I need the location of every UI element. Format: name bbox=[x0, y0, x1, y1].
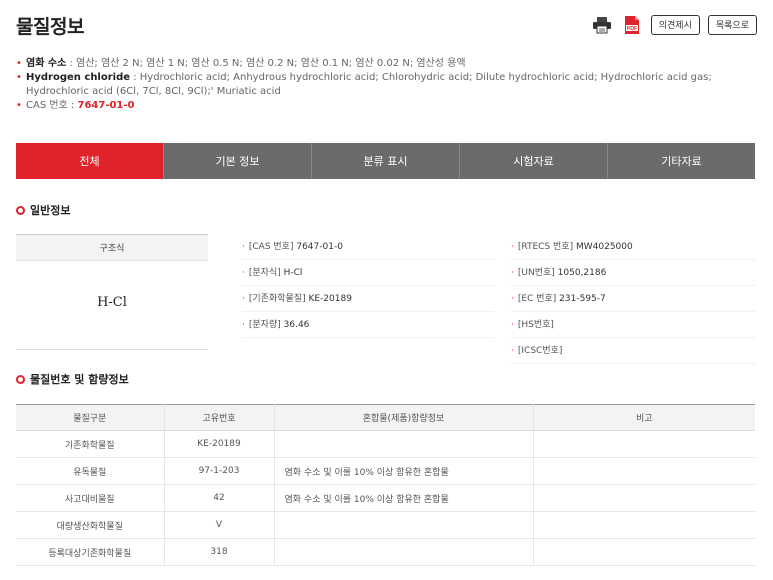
feedback-button[interactable]: 의견제시 bbox=[650, 15, 700, 35]
english-name-row: • Hydrogen chloride : Hydrochloric acid;… bbox=[16, 71, 759, 99]
cell-mixture-content bbox=[274, 538, 534, 566]
table-row: 등록대상기존화학물질 318 bbox=[16, 538, 755, 566]
english-name: Hydrogen chloride bbox=[26, 72, 131, 83]
table-row: 대량생산화학물질 V bbox=[16, 511, 755, 539]
tab-all[interactable]: 전체 bbox=[16, 143, 164, 179]
pdf-icon[interactable]: PDF bbox=[621, 14, 643, 36]
info-item-hs-number: · [HS번호] bbox=[511, 312, 755, 338]
substance-table: 물질구분 고유번호 혼합물(제품)함량정보 비고 기존화학물질 KE-20189… bbox=[16, 404, 755, 566]
cell-remarks bbox=[533, 538, 755, 566]
info-item-cas: · [CAS 번호] 7647-01-0 bbox=[242, 234, 494, 260]
info-item-ec-number: · [EC 번호] 231-595-7 bbox=[511, 286, 755, 312]
section-tabs: 전체 기본 정보 분류 표시 시험자료 기타자료 bbox=[16, 143, 755, 179]
header-category: 물질구분 bbox=[16, 404, 165, 431]
info-item-un-number: · [UN번호] 1050,2186 bbox=[511, 260, 755, 286]
info-item-icsc-number: · [ICSC번호] bbox=[511, 338, 755, 364]
cell-unique-number: 97-1-203 bbox=[164, 457, 275, 485]
cell-remarks bbox=[533, 430, 755, 458]
header-actions: PDF 의견제시 목록으로 bbox=[591, 14, 757, 36]
structure-box: 구조식 H-Cl bbox=[16, 234, 208, 350]
cell-mixture-content: 염화 수소 및 이를 10% 이상 함유한 혼합물 bbox=[274, 457, 534, 485]
table-header-row: 물질구분 고유번호 혼합물(제품)함량정보 비고 bbox=[16, 404, 755, 431]
pdf-icon-label: PDF bbox=[627, 26, 637, 32]
cell-unique-number: V bbox=[164, 511, 275, 539]
section-bullet-icon bbox=[16, 374, 25, 384]
general-info-column-1: · [CAS 번호] 7647-01-0 · [분자식] H-Cl · [기존화학물질… bbox=[242, 234, 494, 338]
table-row: 사고대비물질 42 염화 수소 및 이를 10% 이상 함유한 혼합물 bbox=[16, 484, 755, 512]
cas-label: CAS 번호 : bbox=[26, 100, 78, 111]
cell-unique-number: KE-20189 bbox=[164, 430, 275, 458]
section-bullet-icon bbox=[16, 205, 25, 215]
cell-remarks bbox=[533, 457, 755, 485]
general-info-heading: 일반정보 bbox=[16, 202, 70, 218]
cell-mixture-content bbox=[274, 430, 534, 458]
bullet-icon: • bbox=[16, 100, 22, 111]
cell-mixture-content bbox=[274, 511, 534, 539]
substance-names: • 염화 수소 : 염산; 염산 2 N; 염산 1 N; 염산 0.5 N; … bbox=[16, 57, 759, 113]
cell-remarks bbox=[533, 484, 755, 512]
structure-formula: H-Cl bbox=[97, 295, 127, 310]
cell-unique-number: 318 bbox=[164, 538, 275, 566]
cell-category: 유독물질 bbox=[16, 457, 165, 485]
info-item-rtecs: · [RTECS 번호] MW4025000 bbox=[511, 234, 755, 260]
general-info-panel: 구조식 H-Cl · [CAS 번호] 7647-01-0 · [분자식] H-Cl… bbox=[16, 234, 755, 364]
tab-classification[interactable]: 분류 표시 bbox=[312, 143, 460, 179]
table-row: 유독물질 97-1-203 염화 수소 및 이를 10% 이상 함유한 혼합물 bbox=[16, 457, 755, 485]
korean-synonyms: : 염산; 염산 2 N; 염산 1 N; 염산 0.5 N; 염산 0.2 N… bbox=[66, 58, 466, 69]
bullet-icon: • bbox=[16, 72, 22, 83]
cell-mixture-content: 염화 수소 및 이를 10% 이상 함유한 혼합물 bbox=[274, 484, 534, 512]
general-info-column-2: · [RTECS 번호] MW4025000 · [UN번호] 1050,2186 … bbox=[511, 234, 755, 364]
cell-remarks bbox=[533, 511, 755, 539]
substance-info-heading: 물질번호 및 함량정보 bbox=[16, 371, 129, 387]
cell-unique-number: 42 bbox=[164, 484, 275, 512]
header-mixture-content: 혼합물(제품)함량정보 bbox=[274, 404, 534, 431]
korean-name-row: • 염화 수소 : 염산; 염산 2 N; 염산 1 N; 염산 0.5 N; … bbox=[16, 57, 759, 71]
cell-category: 등록대상기존화학물질 bbox=[16, 538, 165, 566]
cas-value: 7647-01-0 bbox=[77, 100, 135, 111]
info-item-existing-chemical: · [기존화학물질] KE-20189 bbox=[242, 286, 494, 312]
korean-name: 염화 수소 bbox=[26, 58, 67, 69]
bullet-icon: • bbox=[16, 58, 22, 69]
table-row: 기존화학물질 KE-20189 bbox=[16, 430, 755, 458]
structure-header: 구조식 bbox=[16, 235, 208, 261]
info-item-molecular-weight: · [분자량] 36.46 bbox=[242, 312, 494, 338]
cell-category: 사고대비물질 bbox=[16, 484, 165, 512]
header-remarks: 비고 bbox=[533, 404, 755, 431]
cell-category: 대량생산화학물질 bbox=[16, 511, 165, 539]
general-info-title: 일반정보 bbox=[30, 204, 71, 217]
cell-category: 기존화학물질 bbox=[16, 430, 165, 458]
page-header: 물질정보 PDF 의견제시 목록으로 bbox=[16, 14, 757, 42]
back-to-list-button[interactable]: 목록으로 bbox=[707, 15, 757, 35]
tab-basic-info[interactable]: 기본 정보 bbox=[164, 143, 312, 179]
tab-other-data[interactable]: 기타자료 bbox=[608, 143, 755, 179]
substance-info-title: 물질번호 및 함량정보 bbox=[30, 373, 129, 386]
info-item-formula: · [분자식] H-Cl bbox=[242, 260, 494, 286]
header-unique-number: 고유번호 bbox=[164, 404, 275, 431]
printer-icon[interactable] bbox=[591, 14, 613, 36]
cas-row: • CAS 번호 : 7647-01-0 bbox=[16, 99, 759, 113]
tab-test-data[interactable]: 시험자료 bbox=[460, 143, 608, 179]
